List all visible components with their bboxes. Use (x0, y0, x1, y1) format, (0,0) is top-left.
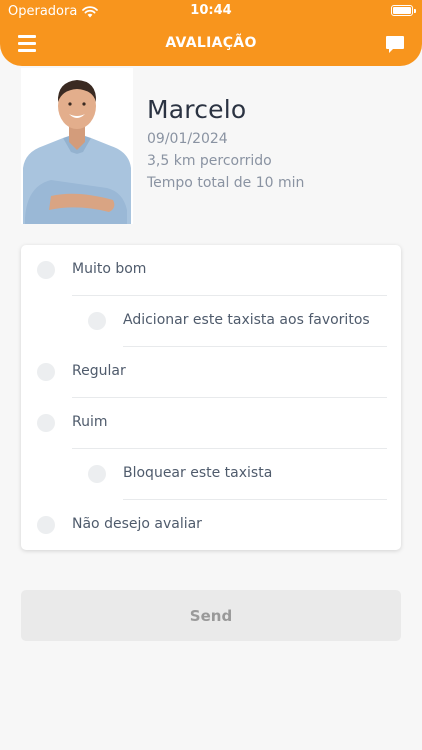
trip-distance: 3,5 km percorrido (147, 153, 272, 169)
status-bar: Operadora 10:44 (0, 0, 422, 22)
radio-button[interactable] (88, 465, 106, 483)
radio-button[interactable] (37, 414, 55, 432)
trip-date: 09/01/2024 (147, 131, 228, 147)
radio-button[interactable] (37, 261, 55, 279)
driver-avatar (21, 68, 133, 224)
nav-bar: AVALIAÇÃO (0, 22, 422, 66)
option-favoritos[interactable]: Adicionar este taxista aos favoritos (21, 296, 401, 347)
battery-icon (391, 5, 416, 16)
option-label: Bloquear este taxista (123, 465, 273, 481)
option-label: Regular (72, 363, 126, 379)
chat-bubble-icon (386, 36, 404, 53)
option-regular[interactable]: Regular (21, 347, 401, 398)
radio-button[interactable] (88, 312, 106, 330)
option-muito-bom[interactable]: Muito bom (21, 245, 401, 296)
option-ruim[interactable]: Ruim (21, 398, 401, 449)
option-nao-avaliar[interactable]: Não desejo avaliar (21, 500, 401, 551)
page-title: AVALIAÇÃO (165, 35, 257, 51)
radio-button[interactable] (37, 516, 55, 534)
option-label: Adicionar este taxista aos favoritos (123, 312, 370, 328)
driver-name: Marcelo (147, 95, 247, 124)
radio-button[interactable] (37, 363, 55, 381)
option-label: Muito bom (72, 261, 147, 277)
send-button[interactable]: Send (21, 590, 401, 641)
chat-button[interactable] (384, 33, 406, 55)
option-label: Ruim (72, 414, 108, 430)
driver-photo (21, 68, 133, 224)
option-label: Não desejo avaliar (72, 516, 202, 532)
trip-duration: Tempo total de 10 min (147, 175, 305, 191)
status-time: 10:44 (190, 3, 232, 18)
option-bloquear[interactable]: Bloquear este taxista (21, 449, 401, 500)
rating-card: Muito bom Adicionar este taxista aos fav… (21, 245, 401, 550)
app-header: Operadora 10:44 AVALIAÇÃO (0, 0, 422, 66)
